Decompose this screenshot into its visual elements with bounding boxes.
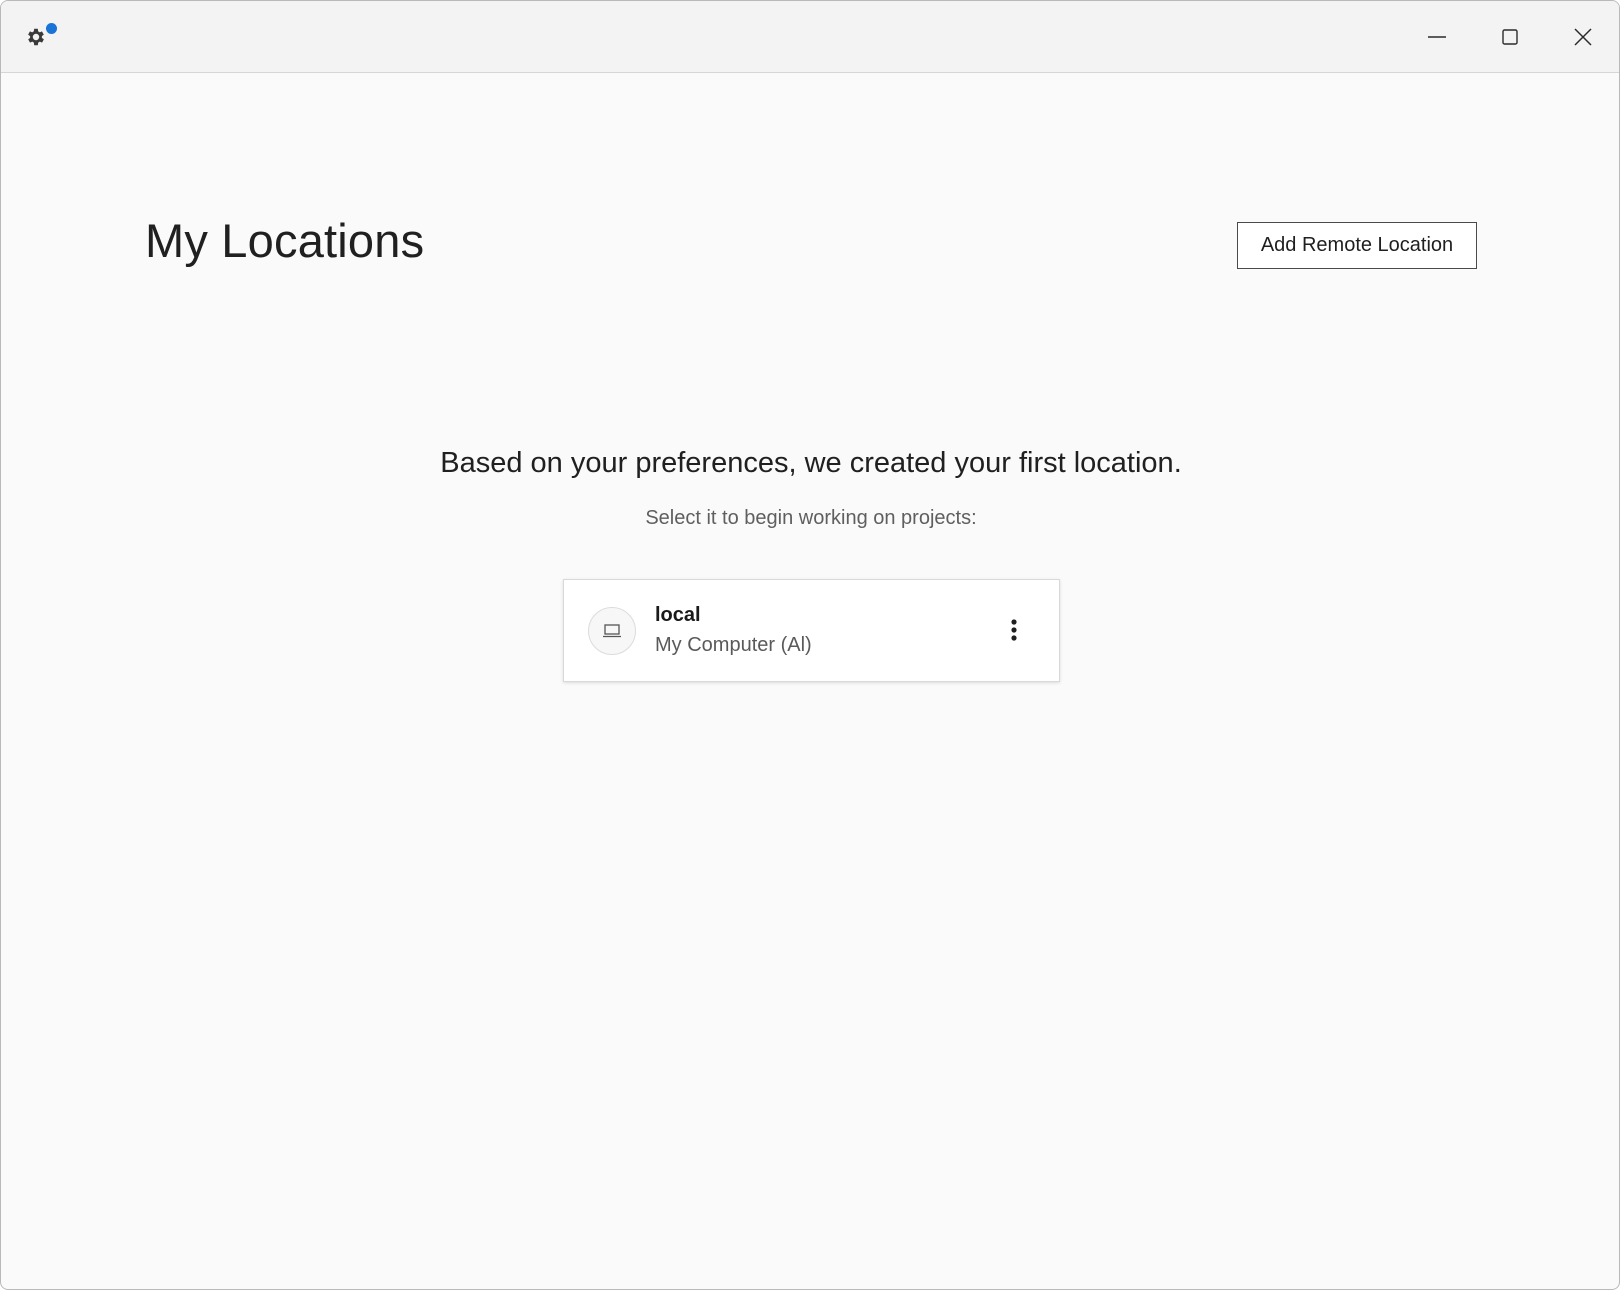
laptop-icon (603, 624, 621, 638)
maximize-icon (1502, 29, 1518, 45)
notification-badge (46, 23, 57, 34)
maximize-button[interactable] (1486, 13, 1534, 61)
onboarding-headline: Based on your preferences, we created yo… (440, 447, 1182, 479)
more-vertical-icon (1011, 619, 1017, 641)
location-name: local (655, 604, 701, 626)
page-title: My Locations (145, 214, 425, 267)
onboarding-subline: Select it to begin working on projects: (645, 507, 977, 529)
settings-button[interactable] (23, 21, 59, 53)
minimize-button[interactable] (1413, 13, 1461, 61)
location-card-local[interactable]: local My Computer (Al) (563, 579, 1060, 682)
location-more-button[interactable] (994, 610, 1034, 650)
title-bar (1, 1, 1619, 73)
location-description: My Computer (Al) (655, 634, 812, 656)
close-icon (1574, 28, 1592, 46)
add-remote-location-button[interactable]: Add Remote Location (1237, 222, 1477, 269)
gear-icon (28, 28, 44, 46)
minimize-icon (1428, 36, 1446, 38)
close-button[interactable] (1559, 13, 1607, 61)
location-icon-badge (588, 607, 636, 655)
app-window: My Locations Add Remote Location Based o… (0, 0, 1620, 1290)
